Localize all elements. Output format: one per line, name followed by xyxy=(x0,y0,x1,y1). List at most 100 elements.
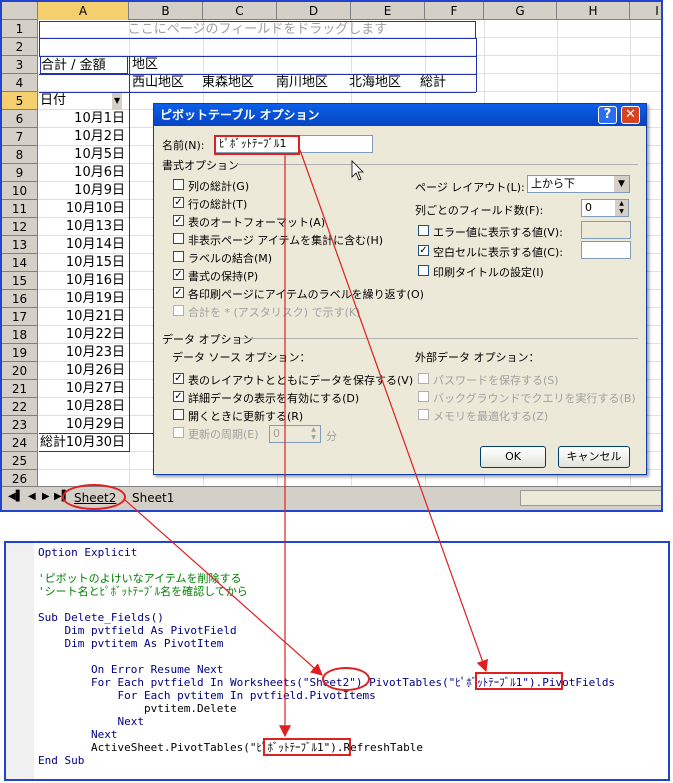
format-option-0-checkbox[interactable] xyxy=(173,179,184,190)
date-cell[interactable]: 10月6日 xyxy=(40,164,125,182)
cancel-button[interactable]: キャンセル xyxy=(558,446,630,468)
format-option-3-checkbox[interactable] xyxy=(173,233,184,244)
right-option-0-checkbox[interactable] xyxy=(418,225,429,236)
date-cell[interactable]: 10月15日 xyxy=(40,254,125,272)
date-cell[interactable]: 10月9日 xyxy=(40,182,125,200)
row-header-21[interactable]: 21 xyxy=(2,380,38,398)
row-header-4[interactable]: 4 xyxy=(2,74,38,92)
region-header-cell[interactable]: 南川地区 xyxy=(276,74,350,92)
date-cell[interactable]: 10月27日 xyxy=(40,380,125,398)
row-header-3[interactable]: 3 xyxy=(2,56,38,74)
horizontal-scrollbar[interactable] xyxy=(520,490,661,506)
code-line[interactable]: ActiveSheet.PivotTables("ﾋﾟﾎﾞｯﾄﾃｰﾌﾞﾙ1").… xyxy=(38,741,423,754)
row-header-22[interactable]: 22 xyxy=(2,398,38,416)
page-field-drop-zone[interactable]: ここにページのフィールドをドラッグします xyxy=(39,21,476,39)
code-line[interactable]: Dim pvtfield As PivotField xyxy=(38,624,236,637)
dropdown-arrow-icon[interactable]: ▼ xyxy=(112,92,123,110)
first-sheet-icon[interactable]: ◀▌ xyxy=(8,491,23,502)
code-line[interactable]: 'ピボットのよけいなアイテムを削除する xyxy=(38,572,242,585)
error-value-input[interactable] xyxy=(581,221,631,239)
region-header-cell[interactable]: 総計 xyxy=(420,74,494,92)
data-source-option-3-checkbox[interactable] xyxy=(173,427,184,438)
column-header-F[interactable]: F xyxy=(425,2,484,20)
date-cell[interactable]: 10月2日 xyxy=(40,128,125,146)
row-header-19[interactable]: 19 xyxy=(2,344,38,362)
chevron-down-icon[interactable]: ▼ xyxy=(614,176,629,192)
code-line[interactable]: For Each pvtitem In pvtfield.PivotItems xyxy=(38,689,375,702)
row-header-8[interactable]: 8 xyxy=(2,146,38,164)
code-line[interactable]: End Sub xyxy=(38,754,84,767)
code-line[interactable]: Dim pvtitem As PivotItem xyxy=(38,637,223,650)
code-line[interactable]: On Error Resume Next xyxy=(38,663,223,676)
column-header-A[interactable]: A xyxy=(38,2,129,20)
blank-cell-input[interactable] xyxy=(581,241,631,259)
external-option-1-checkbox[interactable] xyxy=(418,391,429,402)
format-option-4-checkbox[interactable] xyxy=(173,251,184,262)
spinner-arrows-icon[interactable]: ▲ ▼ xyxy=(307,426,320,442)
column-header-D[interactable]: D xyxy=(277,2,351,20)
tab-sheet1[interactable]: Sheet1 xyxy=(132,491,174,505)
right-option-1-checkbox[interactable]: ✓ xyxy=(418,245,429,256)
pivot-column-field-cell[interactable]: 地区▼ xyxy=(132,56,202,74)
code-line[interactable]: Next xyxy=(38,728,118,741)
row-header-6[interactable]: 6 xyxy=(2,110,38,128)
pivot-data-field-cell[interactable]: 合計 / 金額 xyxy=(40,56,128,74)
column-header-C[interactable]: C xyxy=(203,2,277,20)
code-line[interactable]: Option Explicit xyxy=(38,546,137,559)
format-option-6-checkbox[interactable]: ✓ xyxy=(173,287,184,298)
fields-per-col-spinner[interactable]: 0 ▲ ▼ xyxy=(581,199,629,217)
row-header-25[interactable]: 25 xyxy=(2,452,38,470)
format-option-2-checkbox[interactable]: ✓ xyxy=(173,215,184,226)
date-cell[interactable]: 10月23日 xyxy=(40,344,125,362)
column-header-I[interactable]: I xyxy=(630,2,661,20)
format-option-5-checkbox[interactable]: ✓ xyxy=(173,269,184,280)
region-header-cell[interactable]: 西山地区 xyxy=(132,74,206,92)
row-header-18[interactable]: 18 xyxy=(2,326,38,344)
format-option-7-checkbox[interactable] xyxy=(173,305,184,316)
data-source-option-1-checkbox[interactable]: ✓ xyxy=(173,391,184,402)
date-cell[interactable]: 10月16日 xyxy=(40,272,125,290)
data-source-option-2-checkbox[interactable] xyxy=(173,409,184,420)
date-cell[interactable]: 10月26日 xyxy=(40,362,125,380)
spinner-arrows-icon[interactable]: ▲ ▼ xyxy=(615,200,628,216)
row-header-16[interactable]: 16 xyxy=(2,290,38,308)
row-header-10[interactable]: 10 xyxy=(2,182,38,200)
region-header-cell[interactable]: 北海地区 xyxy=(349,74,423,92)
code-line[interactable]: pvtitem.Delete xyxy=(38,702,237,715)
ok-button[interactable]: OK xyxy=(480,446,546,468)
refresh-interval-spinner[interactable]: 0 ▲ ▼ xyxy=(269,425,321,443)
pivot-row-field-cell[interactable]: 日付 ▼ xyxy=(40,92,128,110)
right-option-2-checkbox[interactable] xyxy=(418,265,429,276)
column-header-G[interactable]: G xyxy=(484,2,557,20)
column-header-E[interactable]: E xyxy=(351,2,425,20)
code-line[interactable]: Next xyxy=(38,715,144,728)
date-cell[interactable]: 10月21日 xyxy=(40,308,125,326)
format-option-1-checkbox[interactable]: ✓ xyxy=(173,197,184,208)
close-button[interactable]: ✕ xyxy=(621,106,640,124)
row-header-14[interactable]: 14 xyxy=(2,254,38,272)
date-cell[interactable]: 10月1日 xyxy=(40,110,125,128)
row-header-20[interactable]: 20 xyxy=(2,362,38,380)
prev-sheet-icon[interactable]: ◀ xyxy=(28,491,36,502)
next-sheet-icon[interactable]: ▶ xyxy=(42,491,50,502)
row-header-5[interactable]: 5 xyxy=(2,92,38,110)
row-header-17[interactable]: 17 xyxy=(2,308,38,326)
help-button[interactable]: ? xyxy=(598,106,617,124)
row-header-13[interactable]: 13 xyxy=(2,236,38,254)
date-cell[interactable]: 10月19日 xyxy=(40,290,125,308)
column-header-B[interactable]: B xyxy=(129,2,203,20)
row-header-2[interactable]: 2 xyxy=(2,38,38,56)
date-cell[interactable]: 10月5日 xyxy=(40,146,125,164)
date-cell[interactable]: 10月13日 xyxy=(40,218,125,236)
external-option-0-checkbox[interactable] xyxy=(418,373,429,384)
row-header-23[interactable]: 23 xyxy=(2,416,38,434)
select-all-corner[interactable] xyxy=(2,2,38,20)
date-cell[interactable]: 10月28日 xyxy=(40,398,125,416)
row-header-11[interactable]: 11 xyxy=(2,200,38,218)
date-cell[interactable]: 10月29日 xyxy=(40,416,125,434)
row-header-15[interactable]: 15 xyxy=(2,272,38,290)
row-header-1[interactable]: 1 xyxy=(2,20,38,38)
row-header-24[interactable]: 24 xyxy=(2,434,38,452)
data-source-option-0-checkbox[interactable]: ✓ xyxy=(173,373,184,384)
grand-total-cell[interactable]: 総計 xyxy=(40,434,125,452)
